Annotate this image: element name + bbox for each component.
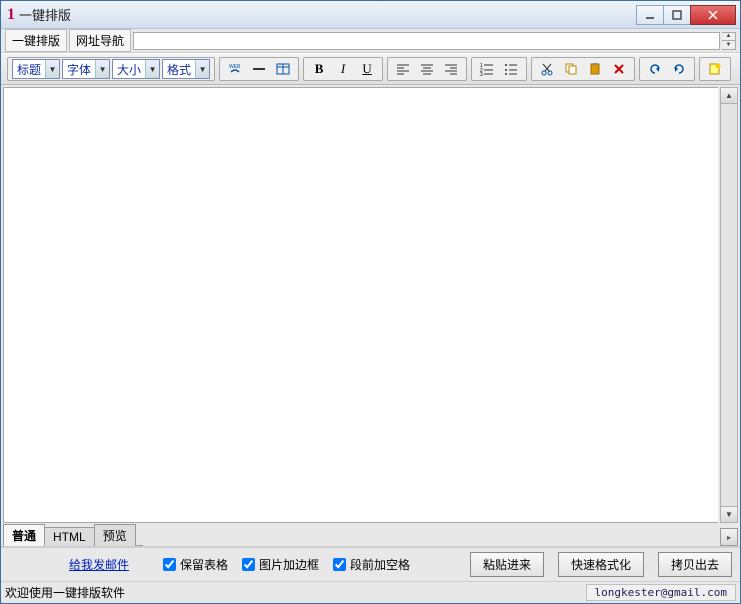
delete-icon[interactable] (608, 59, 630, 79)
clipboard-group (531, 57, 635, 81)
editor[interactable] (3, 87, 718, 523)
main-window: 1 一键排版 一键排版 网址导航 ▲▼ 标题▼ 字体▼ 大小▼ 格式▼ WEB … (0, 0, 741, 604)
list-group: 123 (471, 57, 527, 81)
quick-format-button[interactable]: 快速格式化 (558, 552, 644, 577)
unordered-list-icon[interactable] (500, 59, 522, 79)
editor-area: ▲ ▼ (1, 85, 740, 525)
tab-html[interactable]: HTML (44, 527, 95, 546)
italic-icon[interactable]: I (332, 59, 354, 79)
tab-scroll-button[interactable]: ▸ (720, 528, 738, 546)
send-email-link[interactable]: 给我发邮件 (69, 556, 129, 573)
vertical-scrollbar[interactable]: ▲ ▼ (720, 87, 738, 523)
window-title: 一键排版 (19, 5, 637, 24)
tab-normal[interactable]: 普通 (3, 524, 45, 546)
link-icon[interactable]: WEB (224, 59, 246, 79)
tabbar: 普通 HTML 预览 ▸ (1, 525, 740, 547)
menubar: 一键排版 网址导航 ▲▼ (1, 29, 740, 53)
keep-table-checkbox[interactable]: 保留表格 (163, 556, 228, 573)
cut-icon[interactable] (536, 59, 558, 79)
toolbar: 标题▼ 字体▼ 大小▼ 格式▼ WEB B I U 123 (1, 53, 740, 85)
url-nav-menu[interactable]: 网址导航 (69, 29, 131, 52)
hr-icon[interactable] (248, 59, 270, 79)
ordered-list-icon[interactable]: 123 (476, 59, 498, 79)
align-right-icon[interactable] (440, 59, 462, 79)
align-left-icon[interactable] (392, 59, 414, 79)
scroll-track[interactable] (721, 104, 737, 506)
svg-text:WEB: WEB (229, 64, 241, 70)
size-combo[interactable]: 大小▼ (112, 59, 160, 79)
url-spinner[interactable]: ▲▼ (722, 32, 736, 50)
statusbar: 欢迎使用一键排版软件 longkester@gmail.com (1, 581, 740, 603)
paste-icon[interactable] (584, 59, 606, 79)
format-combo[interactable]: 格式▼ (162, 59, 210, 79)
close-button[interactable] (690, 5, 736, 25)
history-group (639, 57, 695, 81)
undo-icon[interactable] (644, 59, 666, 79)
table-icon[interactable] (272, 59, 294, 79)
minimize-button[interactable] (636, 5, 664, 25)
window-controls (637, 5, 736, 25)
new-doc-icon[interactable] (704, 59, 726, 79)
align-center-icon[interactable] (416, 59, 438, 79)
status-message: 欢迎使用一键排版软件 (5, 584, 586, 601)
maximize-button[interactable] (663, 5, 691, 25)
redo-icon[interactable] (668, 59, 690, 79)
align-group (387, 57, 467, 81)
format-group: B I U (303, 57, 383, 81)
bold-icon[interactable]: B (308, 59, 330, 79)
para-space-checkbox[interactable]: 段前加空格 (333, 556, 410, 573)
font-combo[interactable]: 字体▼ (62, 59, 110, 79)
bottom-bar: 给我发邮件 保留表格 图片加边框 段前加空格 粘贴进来 快速格式化 拷贝出去 (1, 547, 740, 581)
svg-text:3: 3 (480, 72, 483, 76)
underline-icon[interactable]: U (356, 59, 378, 79)
insert-group: WEB (219, 57, 299, 81)
scroll-up-icon[interactable]: ▲ (721, 88, 737, 104)
titlebar: 1 一键排版 (1, 1, 740, 29)
format-menu[interactable]: 一键排版 (5, 29, 67, 52)
heading-combo[interactable]: 标题▼ (12, 59, 60, 79)
tab-preview[interactable]: 预览 (94, 524, 136, 546)
app-icon: 1 (7, 6, 15, 24)
status-email: longkester@gmail.com (586, 584, 736, 601)
copy-out-button[interactable]: 拷贝出去 (658, 552, 732, 577)
url-input[interactable] (133, 32, 720, 50)
scroll-down-icon[interactable]: ▼ (721, 506, 737, 522)
copy-icon[interactable] (560, 59, 582, 79)
tab-spacer (135, 529, 143, 546)
img-border-checkbox[interactable]: 图片加边框 (242, 556, 319, 573)
text-style-group: 标题▼ 字体▼ 大小▼ 格式▼ (7, 57, 215, 81)
paste-in-button[interactable]: 粘贴进来 (470, 552, 544, 577)
misc-group (699, 57, 731, 81)
